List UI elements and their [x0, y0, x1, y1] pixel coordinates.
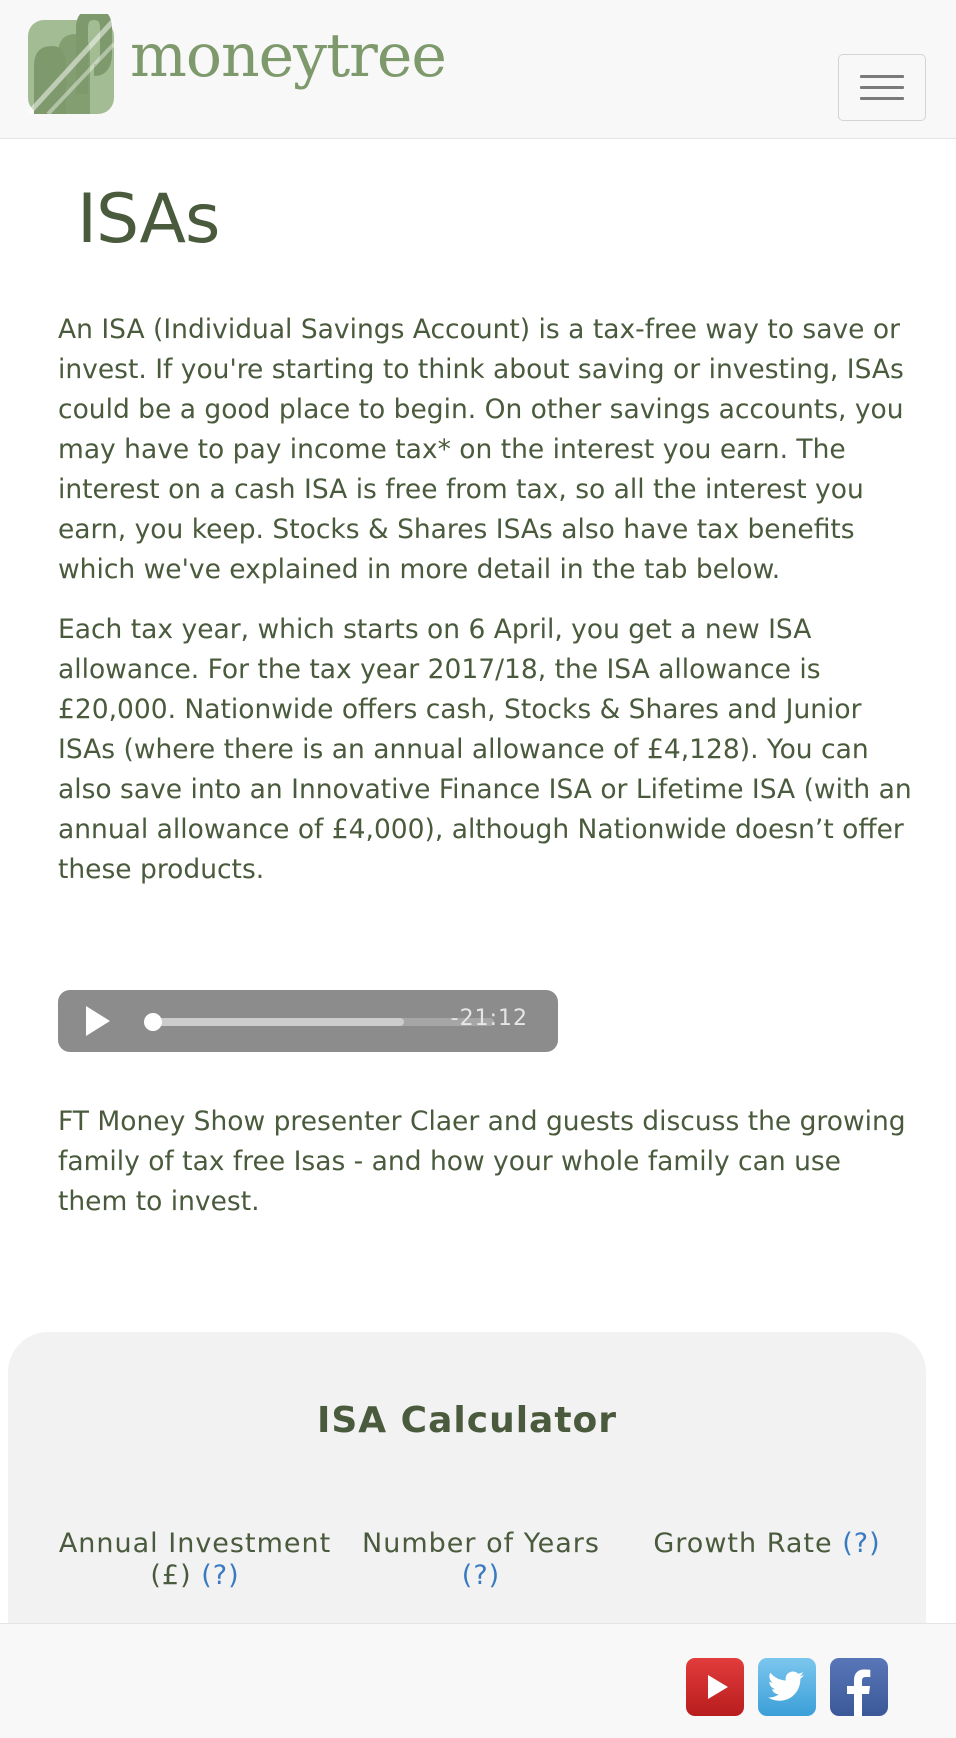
audio-buffered-bar [148, 1018, 405, 1026]
calculator-title: ISA Calculator [316, 1400, 618, 1441]
allowance-paragraph: Each tax year, which starts on 6 April, … [58, 614, 912, 885]
number-of-years-label: Number of Years (?) [336, 1528, 626, 1592]
annual-investment-help-link[interactable]: (?) [201, 1560, 239, 1591]
annual-investment-label: Annual Investment (£) (?) [50, 1528, 340, 1592]
number-of-years-label-text: Number of Years [362, 1528, 600, 1559]
menu-toggle-button[interactable] [838, 54, 926, 121]
youtube-play-glyph [708, 1675, 728, 1699]
facebook-f-glyph [847, 1669, 871, 1716]
growth-rate-label: Growth Rate (?) [622, 1528, 912, 1560]
navbar: moneytree [0, 0, 956, 139]
play-icon[interactable] [86, 1006, 110, 1036]
audio-time-remaining: -21:12 [450, 1006, 528, 1031]
facebook-icon[interactable] [830, 1658, 888, 1716]
annual-investment-label-text: Annual Investment [58, 1528, 332, 1559]
growth-rate-label-text: Growth Rate [653, 1528, 833, 1559]
podcast-description: FT Money Show presenter Claer and guests… [58, 1106, 906, 1217]
growth-rate-help-link[interactable]: (?) [842, 1528, 880, 1559]
footer [0, 1623, 956, 1738]
brand-link[interactable]: moneytree [28, 14, 447, 114]
hamburger-menu-icon [860, 75, 904, 78]
brand-name: moneytree [130, 21, 447, 91]
audio-seek-handle[interactable] [144, 1013, 162, 1031]
number-of-years-help-link[interactable]: (?) [462, 1560, 500, 1591]
hamburger-menu-icon [860, 86, 904, 89]
youtube-icon[interactable] [686, 1658, 744, 1716]
twitter-bird-glyph [768, 1671, 804, 1701]
page-title: ISAs [77, 180, 220, 259]
twitter-icon[interactable] [758, 1658, 816, 1716]
currency-unit-label: (£) [150, 1560, 192, 1591]
audio-seek-bar[interactable] [148, 1018, 494, 1026]
hamburger-menu-icon [860, 97, 904, 100]
moneytree-logo-icon [28, 14, 114, 114]
intro-paragraph: An ISA (Individual Savings Account) is a… [58, 314, 904, 585]
audio-player: -21:12 [58, 990, 558, 1052]
